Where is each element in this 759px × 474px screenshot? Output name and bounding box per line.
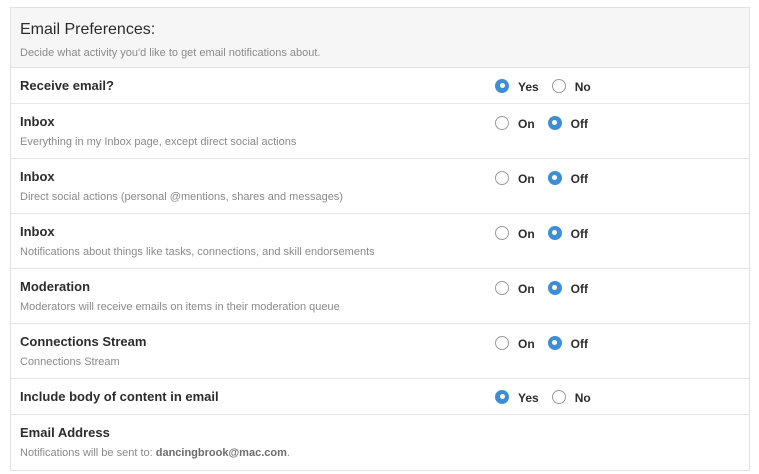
row-label: Inbox: [20, 224, 55, 239]
radio-button[interactable]: [547, 335, 562, 350]
radio-button[interactable]: [495, 170, 509, 185]
radio-button[interactable]: [547, 225, 562, 240]
moderation-options: On Off: [495, 279, 601, 296]
inbox-everything-row: Inbox Everything in my Inbox page, excep…: [11, 104, 749, 159]
radio-button[interactable]: [551, 389, 566, 404]
email-description-suffix: .: [286, 447, 290, 459]
row-label: Moderation: [20, 279, 91, 294]
inbox-everything-off-option[interactable]: Off: [547, 114, 588, 131]
moderation-row: Moderation Moderators will receive email…: [11, 269, 749, 324]
receive-email-yes-option[interactable]: Yes: [495, 77, 539, 94]
option-label: No: [574, 80, 591, 94]
connections-stream-options: On Off: [495, 334, 601, 351]
option-label: Off: [570, 117, 588, 131]
option-label: Off: [570, 282, 588, 296]
receive-email-no-option[interactable]: No: [551, 77, 591, 94]
inbox-direct-social-off-option[interactable]: Off: [547, 169, 588, 186]
radio-button[interactable]: [547, 115, 562, 130]
row-label: Include body of content in email: [20, 389, 219, 404]
row-description: Direct social actions (personal @mention…: [20, 191, 343, 203]
moderation-on-option[interactable]: On: [495, 279, 535, 296]
option-label: Yes: [518, 80, 539, 94]
row-description: Connections Stream: [20, 356, 120, 368]
inbox-notifications-off-option[interactable]: Off: [547, 224, 588, 241]
inbox-notifications-options: On Off: [495, 224, 601, 241]
radio-button[interactable]: [551, 78, 566, 93]
email-preferences-panel: Email Preferences: Decide what activity …: [10, 7, 750, 471]
include-body-yes-option[interactable]: Yes: [495, 388, 539, 405]
radio-button[interactable]: [547, 170, 562, 185]
option-label: On: [518, 282, 535, 296]
option-label: Off: [570, 172, 588, 186]
inbox-notifications-on-option[interactable]: On: [495, 224, 535, 241]
option-label: No: [574, 391, 591, 405]
option-label: Off: [570, 227, 588, 241]
connections-stream-row: Connections Stream Connections Stream On…: [11, 324, 749, 379]
email-address-row: Email Address Notifications will be sent…: [11, 415, 749, 470]
receive-email-options: Yes No: [495, 77, 604, 94]
row-label: Receive email?: [20, 78, 114, 93]
connections-stream-off-option[interactable]: Off: [547, 334, 588, 351]
radio-button[interactable]: [495, 78, 509, 93]
row-label: Connections Stream: [20, 334, 147, 349]
page-subtitle: Decide what activity you'd like to get e…: [20, 47, 321, 59]
panel-header: Email Preferences: Decide what activity …: [11, 8, 749, 68]
inbox-direct-social-on-option[interactable]: On: [495, 169, 535, 186]
row-description: Notifications about things like tasks, c…: [20, 246, 375, 258]
connections-stream-on-option[interactable]: On: [495, 334, 535, 351]
email-address-value: dancingbrook@mac.com: [155, 447, 287, 459]
inbox-everything-options: On Off: [495, 114, 601, 131]
option-label: On: [518, 227, 535, 241]
row-description: Moderators will receive emails on items …: [20, 301, 340, 313]
radio-button[interactable]: [547, 280, 562, 295]
option-label: On: [518, 172, 535, 186]
include-body-options: Yes No: [495, 388, 604, 405]
inbox-everything-on-option[interactable]: On: [495, 114, 535, 131]
include-body-no-option[interactable]: No: [551, 388, 591, 405]
radio-button[interactable]: [495, 335, 509, 350]
option-label: On: [518, 337, 535, 351]
option-label: On: [518, 117, 535, 131]
radio-button[interactable]: [495, 115, 509, 130]
inbox-notifications-row: Inbox Notifications about things like ta…: [11, 214, 749, 269]
radio-button[interactable]: [495, 225, 509, 240]
option-label: Off: [570, 337, 588, 351]
inbox-direct-social-options: On Off: [495, 169, 601, 186]
row-description: Everything in my Inbox page, except dire…: [20, 136, 297, 148]
include-body-row: Include body of content in email Yes No: [11, 379, 749, 415]
row-label: Email Address: [20, 425, 110, 440]
row-description: Notifications will be sent to: dancingbr…: [20, 446, 749, 460]
receive-email-row: Receive email? Yes No: [11, 68, 749, 104]
row-label: Inbox: [20, 169, 55, 184]
row-label: Inbox: [20, 114, 55, 129]
radio-button[interactable]: [495, 389, 509, 404]
moderation-off-option[interactable]: Off: [547, 279, 588, 296]
inbox-direct-social-row: Inbox Direct social actions (personal @m…: [11, 159, 749, 214]
radio-button[interactable]: [495, 280, 509, 295]
option-label: Yes: [518, 391, 539, 405]
email-description-prefix: Notifications will be sent to:: [20, 447, 156, 459]
page-title: Email Preferences:: [20, 21, 156, 38]
